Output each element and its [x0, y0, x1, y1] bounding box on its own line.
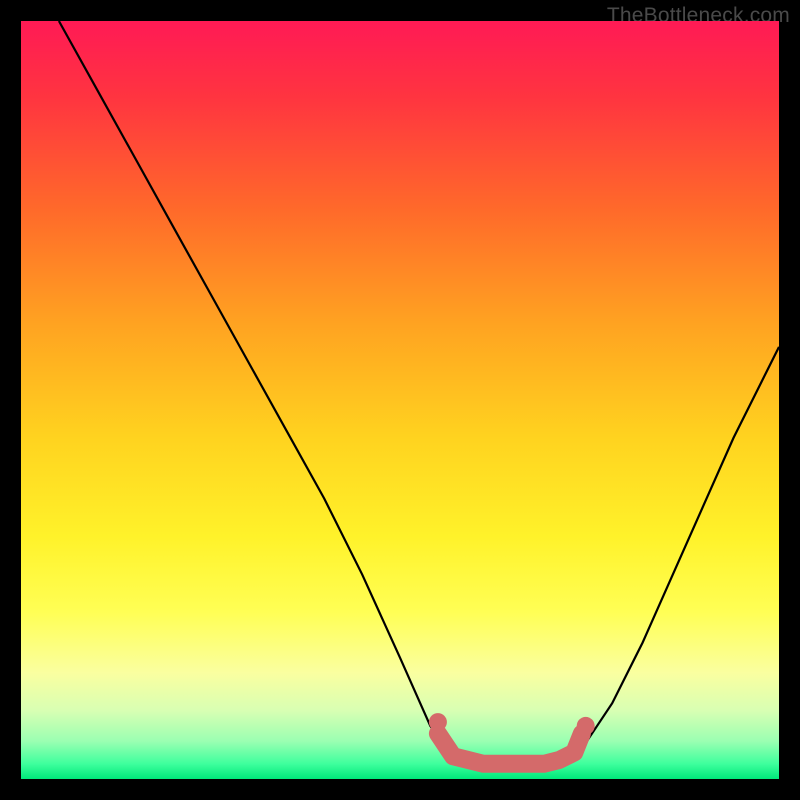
valley-marker-capsule	[438, 734, 582, 764]
plot-area	[21, 21, 779, 779]
chart-frame: TheBottleneck.com	[0, 0, 800, 800]
valley-marker-dot	[577, 717, 595, 735]
valley-marker-group	[429, 713, 595, 764]
valley-marker-dot	[429, 713, 447, 731]
curve-layer	[21, 21, 779, 779]
bottleneck-curve	[59, 21, 779, 764]
